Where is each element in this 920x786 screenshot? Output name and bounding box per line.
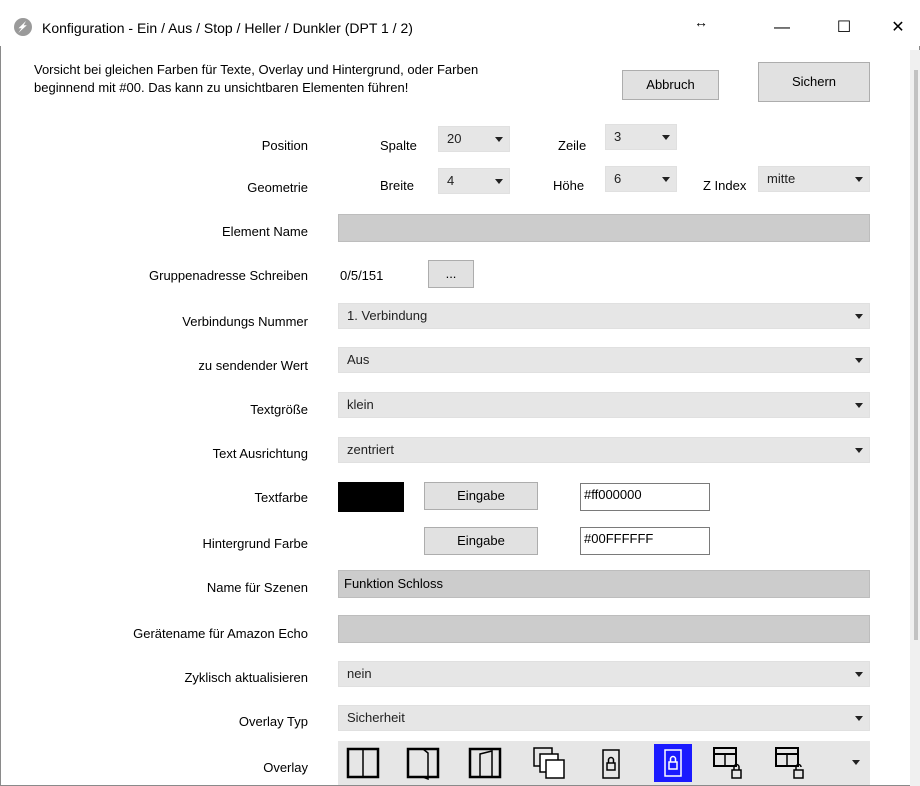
ausrichtung-select[interactable]: zentriert [338, 437, 870, 463]
zindex-label: Z Index [703, 178, 747, 193]
hintergrund-eingabe-button[interactable]: Eingabe [424, 527, 538, 555]
hoehe-label: Höhe [553, 178, 585, 193]
double-door-icon[interactable] [532, 746, 566, 780]
chevron-down-icon [855, 358, 863, 363]
hintergrund-label: Hintergrund Farbe [202, 536, 309, 551]
chevron-down-icon[interactable] [852, 760, 860, 765]
chevron-down-icon [855, 448, 863, 453]
app-icon [14, 18, 32, 36]
spalte-label: Spalte [380, 138, 417, 153]
window-title: Konfiguration - Ein / Aus / Stop / Helle… [42, 20, 413, 36]
zindex-value: mitte [767, 171, 796, 186]
chevron-down-icon [662, 135, 670, 140]
wert-select[interactable]: Aus [338, 347, 870, 373]
chevron-down-icon [855, 177, 863, 182]
szenen-label: Name für Szenen [206, 580, 308, 595]
ausrichtung-value: zentriert [347, 442, 394, 457]
lock-icon[interactable] [596, 746, 630, 780]
chevron-down-icon [855, 672, 863, 677]
zeile-select[interactable]: 3 [605, 124, 677, 150]
textgroesse-value: klein [347, 397, 374, 412]
overlay-typ-value: Sicherheit [347, 710, 405, 725]
gruppenadresse-value: 0/5/151 [340, 268, 384, 283]
hoehe-value: 6 [614, 171, 622, 186]
door-ajar-icon[interactable] [468, 746, 502, 780]
title-bar: Konfiguration - Ein / Aus / Stop / Helle… [0, 0, 920, 46]
window-unlock-icon[interactable] [774, 746, 808, 780]
zindex-select[interactable]: mitte [758, 166, 870, 192]
spalte-value: 20 [447, 131, 462, 146]
overlay-typ-select[interactable]: Sicherheit [338, 705, 870, 731]
textgroesse-select[interactable]: klein [338, 392, 870, 418]
warning-line-2: beginnend mit #00. Das kann zu unsichtba… [34, 80, 409, 95]
chevron-down-icon [855, 716, 863, 721]
echo-label: Gerätename für Amazon Echo [133, 626, 308, 641]
ausrichtung-label: Text Ausrichtung [212, 446, 308, 461]
breite-value: 4 [447, 173, 455, 188]
verbindung-value: 1. Verbindung [347, 308, 428, 323]
window-lock-icon[interactable] [712, 746, 746, 780]
abort-button[interactable]: Abbruch [622, 70, 719, 100]
gruppenadresse-label: Gruppenadresse Schreiben [149, 268, 308, 283]
chevron-down-icon [662, 177, 670, 182]
breite-select[interactable]: 4 [438, 168, 510, 194]
zeile-value: 3 [614, 129, 622, 144]
textfarbe-hex-value: #ff000000 [584, 487, 642, 502]
verbindung-label: Verbindungs Nummer [182, 314, 308, 329]
maximize-button[interactable]: ☐ [832, 16, 856, 40]
hoehe-select[interactable]: 6 [605, 166, 677, 192]
geometrie-label: Geometrie [247, 180, 308, 195]
door-closed-icon[interactable] [346, 746, 380, 780]
save-button[interactable]: Sichern [758, 62, 870, 102]
spalte-select[interactable]: 20 [438, 126, 510, 152]
minimize-button[interactable]: — [770, 16, 794, 40]
position-label: Position [261, 138, 308, 153]
zyklisch-label: Zyklisch aktualisieren [184, 670, 308, 685]
wert-label: zu sendender Wert [198, 358, 308, 373]
lock-selected-icon[interactable] [654, 744, 692, 782]
textfarbe-hex-input[interactable]: #ff000000 [580, 483, 710, 511]
breite-label: Breite [380, 178, 414, 193]
gruppenadresse-browse-button[interactable]: ... [428, 260, 474, 288]
chevron-down-icon [855, 314, 863, 319]
scrollbar-thumb[interactable] [914, 70, 918, 640]
verbindung-select[interactable]: 1. Verbindung [338, 303, 870, 329]
zyklisch-value: nein [347, 666, 372, 681]
overlay-typ-label: Overlay Typ [238, 714, 308, 729]
textgroesse-label: Textgröße [250, 402, 308, 417]
door-open-icon[interactable] [406, 746, 440, 780]
warning-line-1: Vorsicht bei gleichen Farben für Texte, … [34, 62, 479, 77]
element-name-input[interactable] [338, 214, 870, 242]
hintergrund-hex-value: #00FFFFFF [584, 531, 654, 546]
close-button[interactable]: ✕ [886, 16, 910, 40]
chevron-down-icon [855, 403, 863, 408]
overlay-label: Overlay [263, 760, 308, 775]
textfarbe-swatch[interactable] [338, 482, 404, 512]
wert-value: Aus [347, 352, 370, 367]
szenen-value: Funktion Schloss [344, 576, 443, 591]
hintergrund-hex-input[interactable]: #00FFFFFF [580, 527, 710, 555]
textfarbe-label: Textfarbe [254, 490, 308, 505]
zyklisch-select[interactable]: nein [338, 661, 870, 687]
element-name-label: Element Name [222, 224, 308, 239]
resize-icon: ↔ [694, 14, 708, 30]
chevron-down-icon [495, 137, 503, 142]
zeile-label: Zeile [558, 138, 587, 153]
textfarbe-eingabe-button[interactable]: Eingabe [424, 482, 538, 510]
echo-input[interactable] [338, 615, 870, 643]
szenen-input[interactable]: Funktion Schloss [338, 570, 870, 598]
chevron-down-icon [495, 179, 503, 184]
